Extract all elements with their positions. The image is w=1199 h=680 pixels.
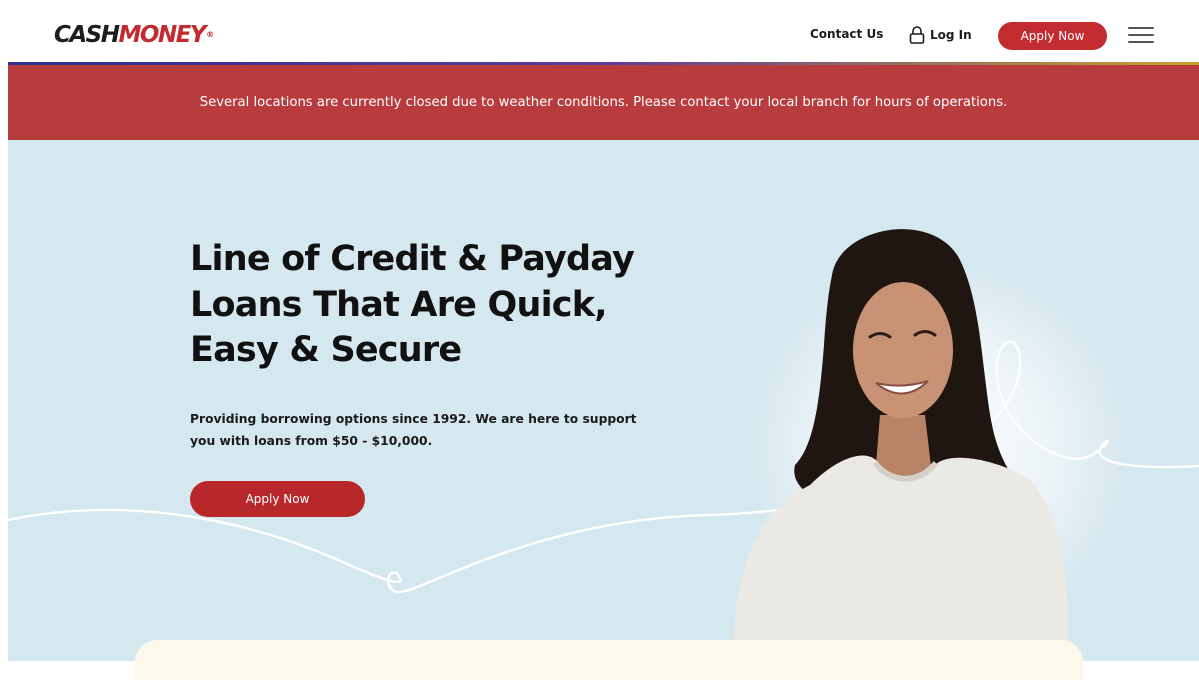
lock-icon xyxy=(909,26,925,44)
log-in-link[interactable]: Log In xyxy=(907,24,972,46)
weather-alert-banner: Several locations are currently closed d… xyxy=(8,65,1199,140)
content-card-top xyxy=(135,640,1083,680)
hero-subtext: Providing borrowing options since 1992. … xyxy=(190,412,637,448)
menu-bar xyxy=(1128,27,1154,29)
hamburger-menu-icon[interactable] xyxy=(1128,27,1154,45)
contact-us-link[interactable]: Contact Us xyxy=(810,27,890,41)
logo-registered-mark: ® xyxy=(206,30,214,39)
hero-headline: Line of Credit & Payday Loans That Are Q… xyxy=(190,239,635,370)
cash-money-logo[interactable]: CASHMONEY® xyxy=(54,22,214,48)
logo-cash: CASH xyxy=(54,22,120,48)
log-in-label: Log In xyxy=(930,28,972,42)
site-header: CASHMONEY® Contact Us Log In Apply Now xyxy=(0,0,1199,62)
alert-message: Several locations are currently closed d… xyxy=(199,95,1008,110)
apply-now-hero-button[interactable]: Apply Now xyxy=(190,481,365,517)
logo-money: MONEY xyxy=(118,22,207,48)
hero-section: Line of Credit & Payday Loans That Are Q… xyxy=(8,140,1199,661)
menu-bar xyxy=(1128,34,1154,36)
smiling-woman-photo xyxy=(733,229,1069,661)
menu-bar xyxy=(1128,41,1154,43)
apply-now-header-button[interactable]: Apply Now xyxy=(998,22,1107,50)
